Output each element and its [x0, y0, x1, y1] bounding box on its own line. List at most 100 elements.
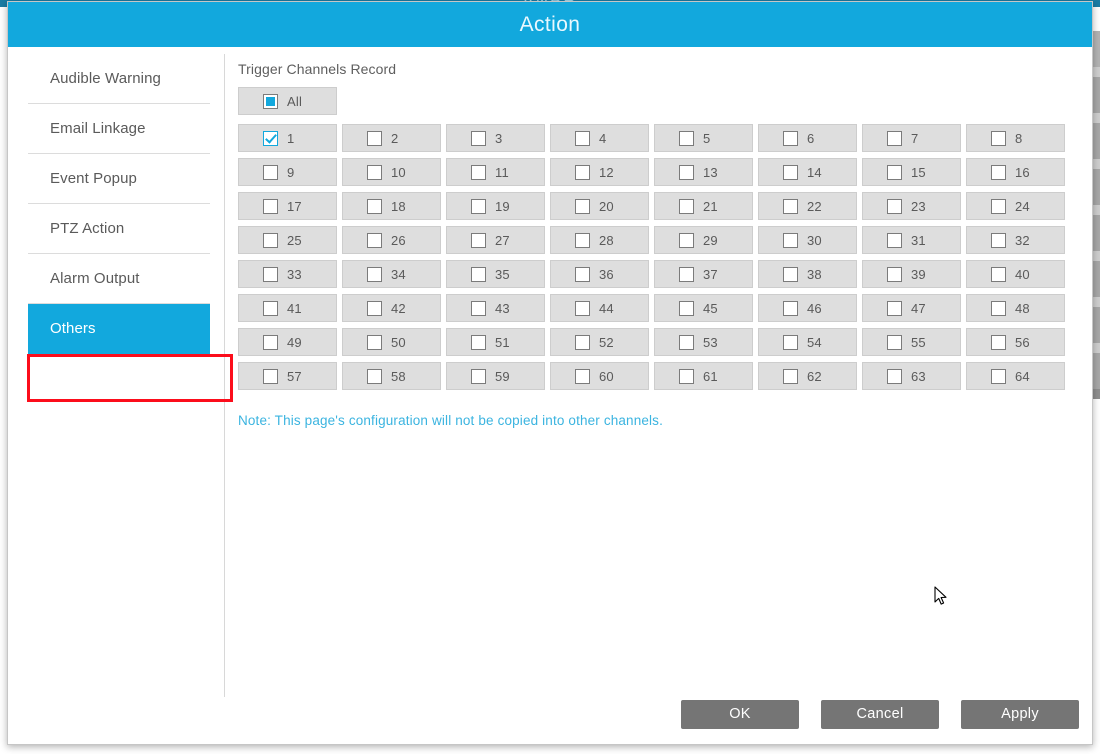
- channel-checkbox-41[interactable]: 41: [238, 294, 337, 322]
- channel-checkbox-63[interactable]: 63: [862, 362, 961, 390]
- channel-checkbox-53[interactable]: 53: [654, 328, 753, 356]
- channel-label: 30: [807, 233, 822, 248]
- channel-checkbox-50[interactable]: 50: [342, 328, 441, 356]
- channel-grid: 1234567891011121314151617181920212223242…: [238, 124, 1065, 390]
- channel-checkbox-62[interactable]: 62: [758, 362, 857, 390]
- channel-checkbox-5[interactable]: 5: [654, 124, 753, 152]
- channel-label: 28: [599, 233, 614, 248]
- sidebar-item-audible-warning[interactable]: Audible Warning: [28, 54, 210, 104]
- sidebar-item-alarm-output[interactable]: Alarm Output: [28, 254, 210, 304]
- channel-checkbox-49[interactable]: 49: [238, 328, 337, 356]
- channel-checkbox-27[interactable]: 27: [446, 226, 545, 254]
- channel-checkbox-57[interactable]: 57: [238, 362, 337, 390]
- channel-label: 21: [703, 199, 718, 214]
- channel-label: 55: [911, 335, 926, 350]
- channel-checkbox-35[interactable]: 35: [446, 260, 545, 288]
- checkbox-unchecked-icon: [367, 267, 382, 282]
- channel-checkbox-19[interactable]: 19: [446, 192, 545, 220]
- all-channels-checkbox[interactable]: All: [238, 87, 337, 115]
- channel-checkbox-54[interactable]: 54: [758, 328, 857, 356]
- apply-button[interactable]: Apply: [961, 700, 1079, 729]
- sidebar-item-event-popup[interactable]: Event Popup: [28, 154, 210, 204]
- channel-label: 26: [391, 233, 406, 248]
- channel-checkbox-2[interactable]: 2: [342, 124, 441, 152]
- sidebar-item-others[interactable]: Others: [28, 304, 210, 354]
- sidebar-item-ptz-action[interactable]: PTZ Action: [28, 204, 210, 254]
- channel-checkbox-1[interactable]: 1: [238, 124, 337, 152]
- sidebar-list: Audible WarningEmail LinkageEvent PopupP…: [8, 54, 224, 354]
- sidebar-item-email-linkage[interactable]: Email Linkage: [28, 104, 210, 154]
- channel-checkbox-61[interactable]: 61: [654, 362, 753, 390]
- cancel-button[interactable]: Cancel: [821, 700, 939, 729]
- channel-checkbox-34[interactable]: 34: [342, 260, 441, 288]
- channel-checkbox-7[interactable]: 7: [862, 124, 961, 152]
- channel-checkbox-64[interactable]: 64: [966, 362, 1065, 390]
- background-scrollbar-rail[interactable]: [1092, 7, 1100, 754]
- channel-checkbox-55[interactable]: 55: [862, 328, 961, 356]
- checkbox-unchecked-icon: [783, 199, 798, 214]
- checkbox-unchecked-icon: [783, 165, 798, 180]
- channel-checkbox-45[interactable]: 45: [654, 294, 753, 322]
- channel-checkbox-56[interactable]: 56: [966, 328, 1065, 356]
- channel-checkbox-40[interactable]: 40: [966, 260, 1065, 288]
- channel-checkbox-37[interactable]: 37: [654, 260, 753, 288]
- channel-checkbox-47[interactable]: 47: [862, 294, 961, 322]
- dialog-titlebar: Action: [8, 2, 1092, 47]
- channel-checkbox-9[interactable]: 9: [238, 158, 337, 186]
- checkbox-unchecked-icon: [679, 131, 694, 146]
- channel-checkbox-51[interactable]: 51: [446, 328, 545, 356]
- channel-checkbox-32[interactable]: 32: [966, 226, 1065, 254]
- channel-checkbox-11[interactable]: 11: [446, 158, 545, 186]
- channel-checkbox-29[interactable]: 29: [654, 226, 753, 254]
- checkbox-unchecked-icon: [471, 131, 486, 146]
- channel-checkbox-60[interactable]: 60: [550, 362, 649, 390]
- channel-checkbox-17[interactable]: 17: [238, 192, 337, 220]
- channel-label: 2: [391, 131, 398, 146]
- channel-label: 48: [1015, 301, 1030, 316]
- checkbox-unchecked-icon: [783, 369, 798, 384]
- channel-checkbox-31[interactable]: 31: [862, 226, 961, 254]
- channel-checkbox-52[interactable]: 52: [550, 328, 649, 356]
- channel-checkbox-21[interactable]: 21: [654, 192, 753, 220]
- channel-checkbox-25[interactable]: 25: [238, 226, 337, 254]
- channel-checkbox-13[interactable]: 13: [654, 158, 753, 186]
- channel-checkbox-28[interactable]: 28: [550, 226, 649, 254]
- channel-checkbox-15[interactable]: 15: [862, 158, 961, 186]
- channel-checkbox-4[interactable]: 4: [550, 124, 649, 152]
- channel-checkbox-33[interactable]: 33: [238, 260, 337, 288]
- channel-checkbox-43[interactable]: 43: [446, 294, 545, 322]
- channel-checkbox-20[interactable]: 20: [550, 192, 649, 220]
- channel-checkbox-6[interactable]: 6: [758, 124, 857, 152]
- channel-checkbox-22[interactable]: 22: [758, 192, 857, 220]
- channel-checkbox-42[interactable]: 42: [342, 294, 441, 322]
- channel-checkbox-10[interactable]: 10: [342, 158, 441, 186]
- channel-checkbox-36[interactable]: 36: [550, 260, 649, 288]
- channel-checkbox-3[interactable]: 3: [446, 124, 545, 152]
- checkbox-unchecked-icon: [471, 369, 486, 384]
- channel-label: 29: [703, 233, 718, 248]
- channel-checkbox-38[interactable]: 38: [758, 260, 857, 288]
- channel-checkbox-23[interactable]: 23: [862, 192, 961, 220]
- channel-label: 64: [1015, 369, 1030, 384]
- channel-checkbox-12[interactable]: 12: [550, 158, 649, 186]
- channel-checkbox-18[interactable]: 18: [342, 192, 441, 220]
- channel-checkbox-16[interactable]: 16: [966, 158, 1065, 186]
- ok-button[interactable]: OK: [681, 700, 799, 729]
- channel-label: 38: [807, 267, 822, 282]
- channel-checkbox-48[interactable]: 48: [966, 294, 1065, 322]
- channel-checkbox-39[interactable]: 39: [862, 260, 961, 288]
- channel-checkbox-8[interactable]: 8: [966, 124, 1065, 152]
- channel-checkbox-30[interactable]: 30: [758, 226, 857, 254]
- channel-label: 52: [599, 335, 614, 350]
- channel-checkbox-26[interactable]: 26: [342, 226, 441, 254]
- checkbox-unchecked-icon: [367, 301, 382, 316]
- channel-checkbox-24[interactable]: 24: [966, 192, 1065, 220]
- checkbox-unchecked-icon: [263, 301, 278, 316]
- checkbox-unchecked-icon: [887, 199, 902, 214]
- channel-checkbox-46[interactable]: 46: [758, 294, 857, 322]
- channel-checkbox-58[interactable]: 58: [342, 362, 441, 390]
- channel-checkbox-44[interactable]: 44: [550, 294, 649, 322]
- channel-checkbox-14[interactable]: 14: [758, 158, 857, 186]
- channel-checkbox-59[interactable]: 59: [446, 362, 545, 390]
- checkbox-unchecked-icon: [679, 267, 694, 282]
